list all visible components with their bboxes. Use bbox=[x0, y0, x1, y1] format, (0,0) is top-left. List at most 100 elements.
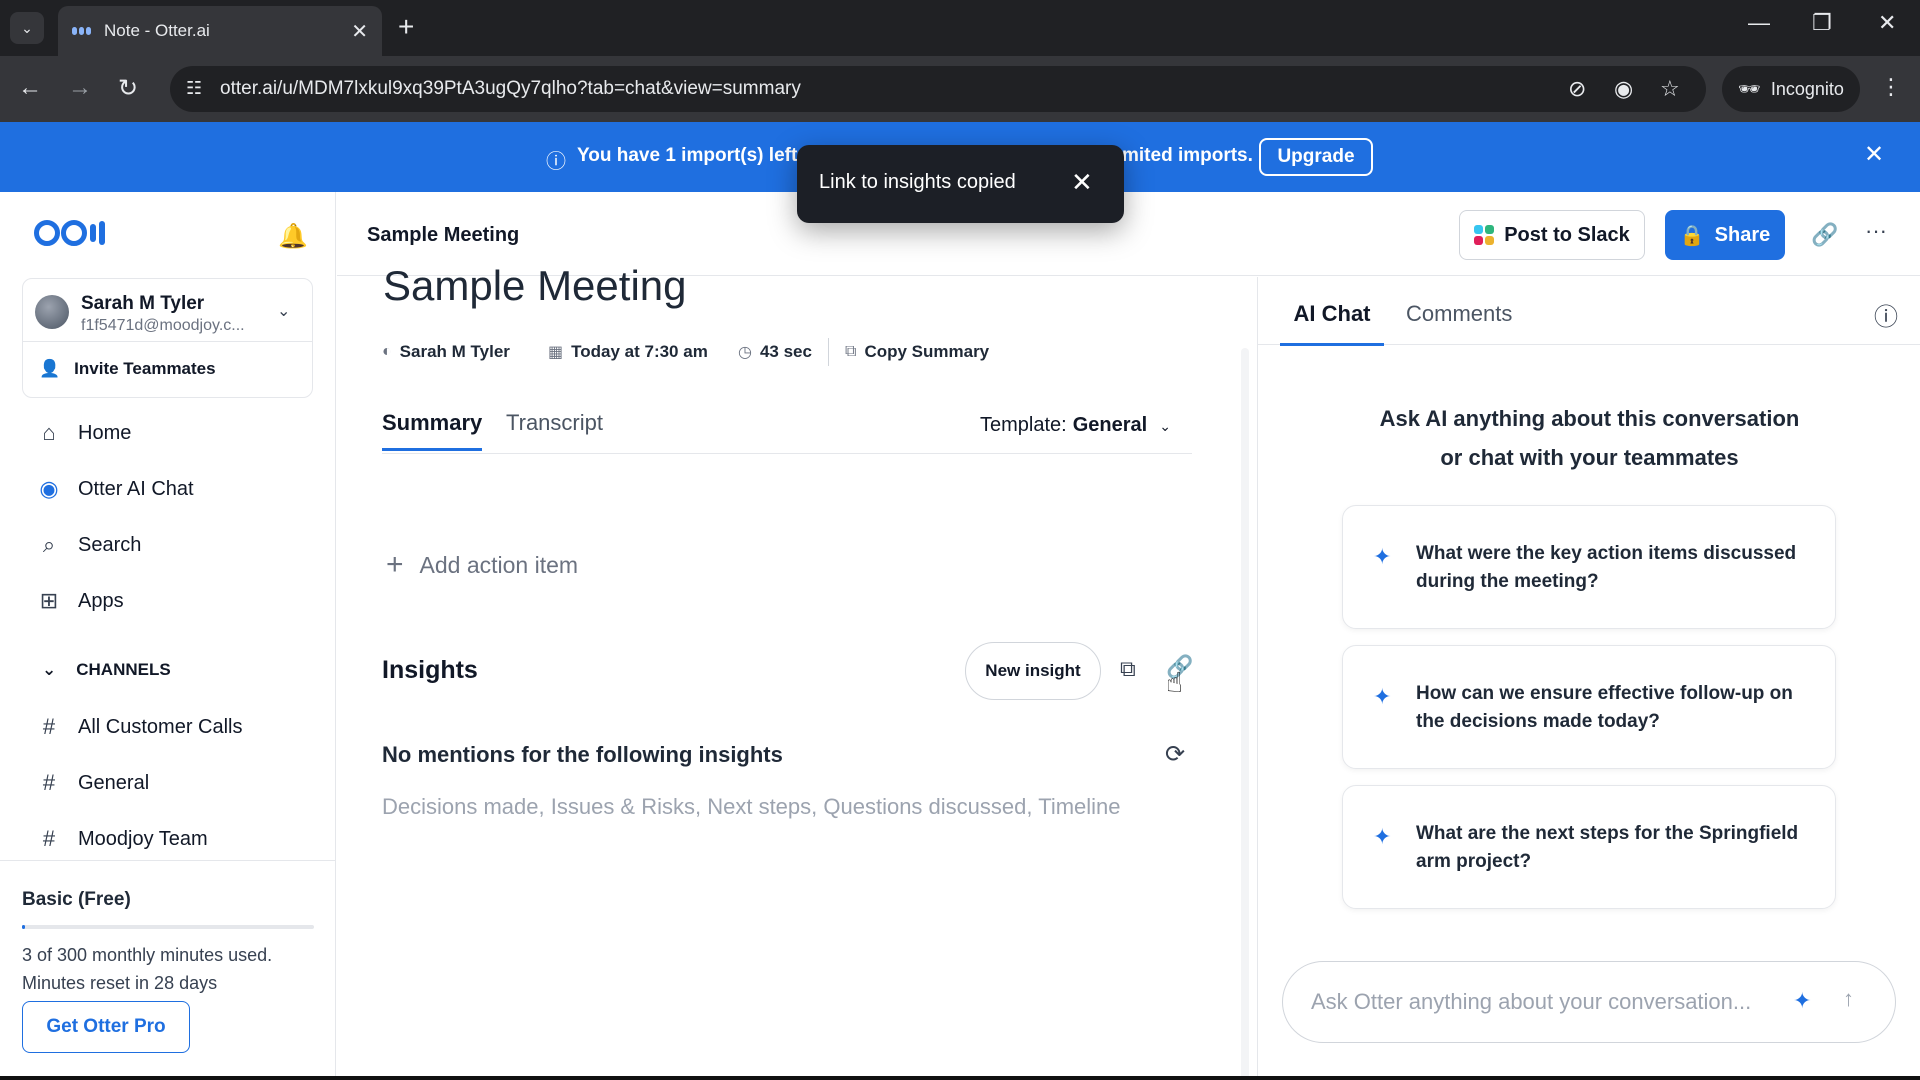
suggested-question[interactable]: ✦ What are the next steps for the Spring… bbox=[1342, 785, 1836, 909]
hashtag-icon: # bbox=[42, 770, 56, 795]
upgrade-button[interactable]: Upgrade bbox=[1259, 138, 1373, 176]
no-camera-icon[interactable]: ⊘ bbox=[1568, 76, 1586, 102]
content-scrollbar[interactable] bbox=[1241, 348, 1249, 1080]
meta-duration: ◷ 43 sec bbox=[738, 342, 812, 362]
browser-menu-icon[interactable]: ⋮ bbox=[1880, 74, 1902, 100]
url-text: otter.ai/u/MDM7lxkul9xq39PtA3ugQy7qlho?t… bbox=[220, 78, 801, 99]
copy-icon[interactable]: ⧉ bbox=[1120, 656, 1136, 682]
sidebar-item-home[interactable]: ⌂ Home bbox=[36, 420, 131, 446]
add-action-item-button[interactable]: + Add action item bbox=[386, 548, 578, 582]
more-options-icon[interactable]: ··· bbox=[1865, 218, 1887, 244]
forward-icon[interactable]: → bbox=[68, 74, 92, 102]
suggested-question[interactable]: ✦ How can we ensure effective follow-up … bbox=[1342, 645, 1836, 769]
hashtag-icon: # bbox=[42, 714, 56, 739]
chevron-down-icon: ⌄ bbox=[21, 19, 33, 36]
ai-chat-panel: AI Chat Comments ⓘ Ask AI anything about… bbox=[1257, 277, 1920, 1080]
minimize-icon[interactable]: — bbox=[1748, 10, 1770, 36]
sparkle-icon: ✦ bbox=[1373, 684, 1392, 709]
meeting-duration: 43 sec bbox=[759, 342, 812, 361]
usage-text: 3 of 300 monthly minutes used. Minutes r… bbox=[22, 941, 272, 997]
link-icon[interactable]: 🔗 bbox=[1811, 222, 1838, 248]
otter-logo[interactable] bbox=[34, 220, 105, 246]
sidebar-item-otter-ai-chat[interactable]: ◉ Otter AI Chat bbox=[36, 476, 194, 502]
toast-close-icon[interactable]: ✕ bbox=[1071, 167, 1093, 198]
chat-input[interactable] bbox=[1311, 984, 1791, 1020]
reset-line: Minutes reset in 28 days bbox=[22, 973, 218, 993]
tab-ai-chat[interactable]: AI Chat bbox=[1280, 301, 1384, 346]
apps-icon: ⊞ bbox=[39, 588, 59, 613]
new-insight-button[interactable]: New insight bbox=[965, 642, 1101, 700]
mouse-pointer-icon: ☝ bbox=[1166, 667, 1184, 698]
sidebar-item-channel[interactable]: # Moodjoy Team bbox=[36, 826, 208, 852]
site-settings-icon[interactable]: ☷ bbox=[186, 78, 202, 99]
sidebar-item-label: Otter AI Chat bbox=[78, 477, 194, 500]
avatar bbox=[35, 295, 69, 329]
otter-favicon-icon bbox=[72, 24, 92, 38]
panel-tabs: AI Chat Comments ⓘ bbox=[1258, 277, 1920, 346]
insights-title: Insights bbox=[382, 656, 478, 684]
plus-icon: + bbox=[386, 548, 404, 581]
copied-toast: Link to insights copied ✕ bbox=[797, 145, 1124, 223]
usage-line: 3 of 300 monthly minutes used. bbox=[22, 945, 273, 965]
sidebar-item-search[interactable]: ⌕ Search bbox=[36, 532, 142, 558]
eye-off-icon[interactable]: ◉ bbox=[1614, 76, 1633, 102]
hashtag-icon: # bbox=[42, 826, 56, 851]
tab-transcript[interactable]: Transcript bbox=[506, 410, 603, 436]
author-name: Sarah M Tyler bbox=[399, 342, 510, 361]
meta-author: ◐ Sarah M Tyler bbox=[382, 342, 510, 362]
banner-message-end: mited imports. bbox=[1122, 145, 1253, 166]
incognito-badge[interactable]: 🕶 Incognito bbox=[1722, 66, 1860, 112]
browser-toolbar: ← → ↻ ☷ otter.ai/u/MDM7lxkul9xq39PtA3ugQ… bbox=[0, 56, 1920, 122]
browser-tab[interactable]: Note - Otter.ai ✕ bbox=[58, 6, 382, 56]
user-card: Sarah M Tyler f1f5471d@moodjoy.c... ⌄ 👤 … bbox=[22, 278, 313, 398]
incognito-icon: 🕶 bbox=[1738, 78, 1761, 99]
sparkle-icon[interactable]: ✦ bbox=[1793, 988, 1811, 1014]
send-arrow-icon[interactable]: ↑ bbox=[1843, 986, 1854, 1012]
copy-summary-button[interactable]: ⧉ Copy Summary bbox=[845, 342, 989, 362]
suggestion-text: What are the next steps for the Springfi… bbox=[1416, 823, 1799, 872]
meta-date: ▦ Today at 7:30 am bbox=[548, 342, 708, 362]
refresh-icon[interactable]: ⟳ bbox=[1165, 740, 1185, 769]
user-name[interactable]: Sarah M Tyler bbox=[81, 293, 204, 315]
chevron-down-icon[interactable]: ⌄ bbox=[277, 301, 290, 321]
address-bar[interactable]: ☷ otter.ai/u/MDM7lxkul9xq39PtA3ugQy7qlho… bbox=[170, 66, 1706, 112]
add-user-icon: 👤 bbox=[39, 359, 61, 378]
suggested-question[interactable]: ✦ What were the key action items discuss… bbox=[1342, 505, 1836, 629]
suggestion-text: What were the key action items discussed… bbox=[1416, 543, 1797, 592]
close-window-icon[interactable]: ✕ bbox=[1878, 10, 1896, 36]
slack-icon bbox=[1474, 225, 1495, 245]
calendar-icon: ▦ bbox=[548, 344, 564, 361]
new-tab-icon[interactable]: + bbox=[398, 12, 414, 42]
tab-title: Note - Otter.ai bbox=[104, 21, 210, 40]
tab-summary[interactable]: Summary bbox=[382, 410, 483, 451]
template-select[interactable]: Template: General ⌄ bbox=[980, 414, 1171, 437]
sidebar-item-channel[interactable]: # All Customer Calls bbox=[36, 714, 243, 740]
otter-chat-icon: ◉ bbox=[39, 476, 59, 501]
banner-close-icon[interactable]: ✕ bbox=[1864, 140, 1884, 169]
tab-comments[interactable]: Comments bbox=[1406, 301, 1512, 327]
invite-teammates-button[interactable]: 👤 Invite Teammates bbox=[39, 359, 216, 379]
share-button[interactable]: 🔒 Share bbox=[1665, 210, 1785, 260]
channel-label: General bbox=[78, 771, 150, 794]
notifications-bell-icon[interactable]: 🔔 bbox=[278, 222, 308, 251]
sidebar-item-apps[interactable]: ⊞ Apps bbox=[36, 588, 124, 614]
sidebar-item-channel[interactable]: # General bbox=[36, 770, 149, 796]
channel-label: All Customer Calls bbox=[78, 715, 243, 738]
sidebar: 🔔 Sarah M Tyler f1f5471d@moodjoy.c... ⌄ … bbox=[0, 192, 336, 1080]
chat-input-box: ✦ ↑ bbox=[1282, 961, 1896, 1043]
back-icon[interactable]: ← bbox=[18, 74, 42, 102]
reload-icon[interactable]: ↻ bbox=[118, 74, 138, 103]
bookmark-star-icon[interactable]: ☆ bbox=[1660, 76, 1680, 102]
get-otter-pro-button[interactable]: Get Otter Pro bbox=[22, 1001, 190, 1053]
clock-icon: ◷ bbox=[738, 344, 752, 361]
info-icon[interactable]: ⓘ bbox=[1874, 297, 1898, 332]
info-icon: ⓘ bbox=[546, 151, 566, 173]
close-tab-icon[interactable]: ✕ bbox=[351, 19, 368, 44]
copy-summary-label: Copy Summary bbox=[864, 342, 990, 361]
post-to-slack-button[interactable]: Post to Slack bbox=[1459, 210, 1645, 260]
copy-icon: ⧉ bbox=[845, 343, 857, 360]
plan-panel: Basic (Free) 3 of 300 monthly minutes us… bbox=[0, 860, 336, 1080]
tab-search-button[interactable]: ⌄ bbox=[10, 12, 44, 44]
restore-icon[interactable]: ❐ bbox=[1812, 10, 1832, 36]
channels-header[interactable]: ⌄ CHANNELS bbox=[42, 660, 171, 680]
